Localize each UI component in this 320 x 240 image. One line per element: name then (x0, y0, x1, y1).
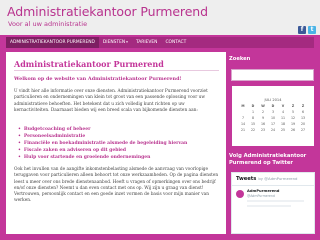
chevron-down-icon: ▾ (126, 40, 128, 44)
main-content: Administratiekantoor Purmerend Welkom op… (6, 52, 226, 234)
calendar-day[interactable]: 3 (268, 110, 278, 115)
calendar-day[interactable]: 10 (268, 116, 278, 121)
search-widget-title: Zoeken (229, 56, 251, 62)
calendar-day[interactable]: 5 (288, 110, 298, 115)
twitter-icon[interactable]: t (308, 26, 316, 34)
service-link-budgetcoaching[interactable]: Budgetcoaching of beheer (18, 126, 187, 133)
calendar-weekday: Z (301, 104, 305, 108)
calendar-day[interactable]: 1 (248, 110, 258, 115)
service-link-personeel[interactable]: Personeelsadministratie (18, 133, 187, 140)
calendar-day[interactable]: 22 (248, 128, 258, 133)
tweet-author-handle[interactable]: @AdmPurmerend (247, 194, 279, 199)
title-divider (14, 70, 219, 71)
nav-item-label: ADMINISTRATIEKANTOOR PURMEREND (10, 40, 95, 45)
calendar-day[interactable]: 18 (278, 122, 288, 127)
nav-item-label: DIENSTEN (102, 40, 126, 45)
calendar-day[interactable]: 11 (278, 116, 288, 121)
calendar-day[interactable]: 13 (298, 116, 308, 121)
calendar-weekday: V (281, 104, 285, 108)
calendar-day[interactable]: 21 (238, 128, 248, 133)
site-title[interactable]: Administratiekantoor Purmerend (7, 4, 208, 19)
twitter-timeline[interactable]: Tweets by @AdmPurmerend AdmPurmerend @Adm… (231, 172, 315, 234)
calendar-day[interactable]: 19 (288, 122, 298, 127)
tweet-author-name[interactable]: AdmPurmerend (247, 189, 279, 194)
outro-paragraph: Ook het invullen van de aangifte inkomst… (14, 167, 219, 204)
nav-item-diensten[interactable]: DIENSTEN▾ (99, 37, 132, 48)
service-link-fiscale-zaken[interactable]: Fiscale zaken en adviseren op dit gebied (18, 147, 187, 154)
calendar-caption: JULI 2014 (264, 98, 282, 102)
twitter-by-link[interactable]: by @AdmPurmerend (258, 176, 297, 181)
calendar-widget: JULI 2014 M D W D V Z Z 1 2 3 4 5 6 7 8 9 10 11 12 13 14 15 16… (232, 86, 314, 146)
service-link-boekadministratie[interactable]: Financiële en boekadministratie alsmede … (18, 140, 187, 147)
tweet-author-names: AdmPurmerend @AdmPurmerend (247, 189, 279, 198)
services-list: Budgetcoaching of beheer Personeelsadmin… (18, 126, 187, 161)
calendar-day[interactable]: 7 (238, 116, 248, 121)
twitter-header: Tweets by @AdmPurmerend (232, 173, 314, 182)
nav-item-label: TARIEVEN (135, 40, 158, 45)
calendar-day[interactable]: 16 (258, 122, 268, 127)
nav-item-contact[interactable]: CONTACT (161, 37, 190, 48)
calendar-weekday: D (271, 104, 275, 108)
tweet-body (247, 200, 310, 214)
calendar-day[interactable]: 6 (298, 110, 308, 115)
calendar-day (238, 110, 248, 115)
calendar-day[interactable]: 25 (278, 128, 288, 133)
tweet-line (247, 200, 304, 202)
calendar-weekday: M (241, 104, 245, 108)
welcome-heading: Welkom op de website van Administratieka… (14, 76, 182, 82)
main-navigation: ADMINISTRATIEKANTOOR PURMEREND DIENSTEN▾… (6, 37, 314, 48)
twitter-widget-title: Volg Administratiekantoor Purmerend op T… (229, 153, 307, 166)
calendar-day[interactable]: 12 (288, 116, 298, 121)
calendar-day[interactable]: 26 (288, 128, 298, 133)
nav-item-home[interactable]: ADMINISTRATIEKANTOOR PURMEREND (6, 37, 99, 48)
calendar-grid: M D W D V Z Z 1 2 3 4 5 6 7 8 9 10 11 12 13 14 15 16 17 18 19 20 21… (238, 104, 308, 133)
calendar-weekday: D (251, 104, 255, 108)
nav-item-label: CONTACT (165, 40, 187, 45)
nav-item-tarieven[interactable]: TARIEVEN (132, 37, 162, 48)
calendar-weekday: W (261, 104, 265, 108)
calendar-day[interactable]: 17 (268, 122, 278, 127)
page-title: Administratiekantoor Purmerend (14, 59, 164, 69)
calendar-day[interactable]: 24 (268, 128, 278, 133)
calendar-day[interactable]: 4 (278, 110, 288, 115)
calendar-day[interactable]: 15 (248, 122, 258, 127)
tweets-label: Tweets (236, 176, 257, 182)
avatar[interactable] (236, 189, 244, 198)
service-link-startende-ondernemingen[interactable]: Hulp voor startende en groeiende onderne… (18, 154, 187, 161)
calendar-day[interactable]: 14 (238, 122, 248, 127)
tweet-author[interactable]: AdmPurmerend @AdmPurmerend (232, 186, 314, 198)
search-input[interactable] (231, 69, 314, 81)
calendar-day[interactable]: 2 (258, 110, 268, 115)
facebook-icon[interactable]: f (298, 26, 306, 34)
site-tagline: Voor al uw administratie (8, 20, 88, 28)
calendar-day[interactable]: 23 (258, 128, 268, 133)
calendar-day[interactable]: 8 (248, 116, 258, 121)
intro-paragraph: U vindt hier alle informatie over onze d… (14, 89, 208, 113)
tweet-line (247, 205, 292, 207)
calendar-day[interactable]: 20 (298, 122, 308, 127)
calendar-day[interactable]: 27 (298, 128, 308, 133)
calendar-day[interactable]: 9 (258, 116, 268, 121)
calendar-weekday: Z (291, 104, 295, 108)
